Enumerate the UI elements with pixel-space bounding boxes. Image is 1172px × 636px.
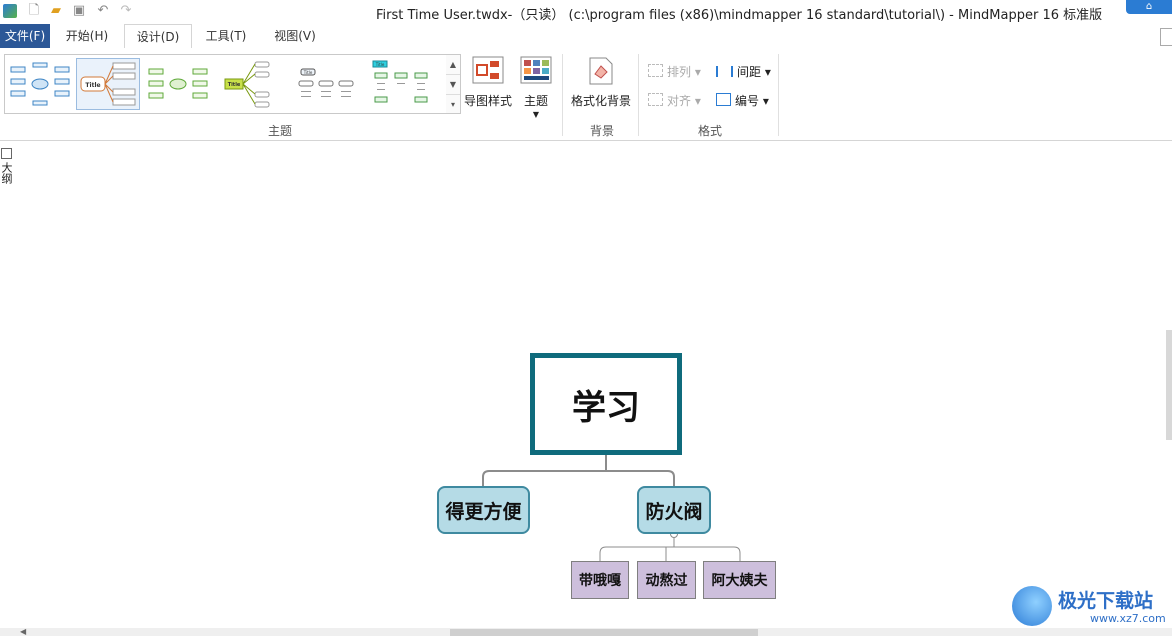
arrange-label: 排列 bbox=[667, 65, 692, 79]
tab-design[interactable]: 设计(D) bbox=[124, 24, 192, 49]
map-style-button[interactable]: 导图样式 bbox=[461, 92, 515, 109]
watermark-logo bbox=[1012, 586, 1052, 626]
ribbon: Title Title Title Title ▲ ▼ ▾ 导图样式 主题 ▼ … bbox=[0, 48, 1172, 141]
theme-thumbnail[interactable] bbox=[147, 59, 209, 109]
tab-tools[interactable]: 工具(T) bbox=[196, 24, 256, 48]
window-title: First Time User.twdx-（只读） (c:\program fi… bbox=[376, 8, 1103, 23]
theme-gallery: Title Title Title Title bbox=[4, 54, 448, 114]
align-icon bbox=[648, 93, 663, 106]
spacing-label: 间距 bbox=[737, 65, 762, 79]
gallery-more-icon[interactable]: ▾ bbox=[446, 95, 460, 114]
arrange-icon bbox=[648, 64, 663, 77]
numbering-icon bbox=[716, 93, 731, 106]
theme-thumbnail-selected[interactable]: Title bbox=[76, 58, 140, 110]
theme-preview-title: Title bbox=[228, 82, 241, 88]
numbering-label: 编号 bbox=[735, 94, 760, 108]
app-icon bbox=[3, 4, 17, 18]
outline-icon bbox=[1, 148, 12, 159]
tab-view[interactable]: 视图(V) bbox=[264, 24, 326, 48]
watermark-text: 极光下载站 bbox=[1058, 590, 1154, 612]
gallery-up-icon[interactable]: ▲ bbox=[446, 55, 460, 75]
open-folder-icon[interactable]: ▰ bbox=[48, 3, 64, 19]
main-topic[interactable]: 防火阀 bbox=[637, 486, 711, 534]
help-button[interactable]: ⌂ bbox=[1126, 0, 1172, 14]
format-background-icon-graphic bbox=[589, 57, 613, 85]
theme-preview-6: Title bbox=[372, 60, 428, 103]
menu-bar: 文件(F) 开始(H) 设计(D) 工具(T) 视图(V) bbox=[0, 24, 1172, 49]
theme-thumbnail[interactable]: Title bbox=[369, 59, 431, 109]
map-style-icon[interactable] bbox=[472, 56, 504, 84]
redo-icon[interactable]: ↷ bbox=[118, 3, 134, 19]
vertical-scrollbar[interactable] bbox=[1166, 330, 1172, 440]
undo-icon[interactable]: ↶ bbox=[95, 3, 111, 19]
theme-preview-5: Title bbox=[298, 68, 354, 97]
spacing-icon bbox=[716, 66, 733, 77]
theme-dropdown-icon[interactable]: ▼ bbox=[530, 110, 542, 119]
ribbon-separator bbox=[562, 54, 563, 136]
theme-preview-1 bbox=[10, 62, 70, 106]
central-topic[interactable]: 学习 bbox=[530, 353, 682, 455]
outline-side-tab[interactable]: 大纲 bbox=[0, 148, 13, 194]
ribbon-collapse-button[interactable] bbox=[1160, 28, 1172, 46]
home-icon: ⌂ bbox=[1145, 1, 1153, 12]
map-canvas[interactable]: 学习 得更方便 防火阀 带哦嘎 动熬过 阿大姨夫 bbox=[0, 141, 1172, 629]
format-background-button[interactable]: 格式化背景 bbox=[568, 92, 634, 109]
format-background-icon[interactable] bbox=[586, 56, 616, 86]
theme-preview-title: Title bbox=[303, 70, 313, 75]
format-group-label: 格式 bbox=[697, 124, 722, 138]
horizontal-scrollbar[interactable]: ◀ bbox=[0, 627, 1172, 636]
gallery-scroll[interactable]: ▲ ▼ ▾ bbox=[446, 54, 461, 114]
align-label: 对齐 bbox=[667, 94, 692, 108]
new-file-icon[interactable]: 🗋 bbox=[26, 3, 42, 19]
theme-group-label: 主题 bbox=[267, 124, 292, 138]
ribbon-separator bbox=[778, 54, 779, 136]
scroll-left-icon[interactable]: ◀ bbox=[20, 627, 26, 636]
theme-preview-3 bbox=[148, 68, 208, 99]
save-icon[interactable]: ▣ bbox=[71, 3, 87, 19]
background-group-label: 背景 bbox=[589, 124, 614, 138]
theme-thumbnail[interactable] bbox=[9, 59, 71, 109]
subtopic[interactable]: 带哦嘎 bbox=[571, 561, 629, 599]
map-style-icon-graphic bbox=[472, 56, 504, 84]
outline-tab-label: 大纲 bbox=[0, 162, 13, 184]
theme-thumbnail[interactable]: Title bbox=[219, 59, 281, 109]
numbering-button[interactable]: 编号 ▾ bbox=[716, 92, 769, 109]
spacing-button[interactable]: 间距 ▾ bbox=[716, 63, 771, 80]
main-topic[interactable]: 得更方便 bbox=[437, 486, 530, 534]
theme-thumbnail[interactable]: Title bbox=[295, 59, 357, 109]
watermark-url: www.xz7.com bbox=[1090, 612, 1166, 625]
tab-file[interactable]: 文件(F) bbox=[0, 24, 50, 48]
tab-home[interactable]: 开始(H) bbox=[56, 24, 118, 48]
subtopic[interactable]: 阿大姨夫 bbox=[703, 561, 776, 599]
subtopic[interactable]: 动熬过 bbox=[637, 561, 696, 599]
title-bar: 🗋 ▰ ▣ ↶ ↷ First Time User.twdx-（只读） (c:\… bbox=[0, 0, 1172, 24]
theme-button[interactable]: 主题 bbox=[518, 92, 554, 109]
theme-icon[interactable] bbox=[520, 56, 552, 84]
theme-preview-title: Title bbox=[375, 62, 385, 67]
theme-preview-2: Title bbox=[80, 62, 136, 106]
watermark: 极光下载站 www.xz7.com bbox=[1012, 584, 1172, 636]
arrange-button: 排列 ▾ bbox=[648, 63, 701, 80]
theme-preview-title: Title bbox=[85, 82, 100, 89]
ribbon-separator bbox=[638, 54, 639, 136]
theme-preview-4: Title bbox=[224, 61, 270, 108]
scrollbar-thumb[interactable] bbox=[450, 629, 758, 636]
theme-icon-graphic bbox=[520, 56, 552, 84]
align-button: 对齐 ▾ bbox=[648, 92, 701, 109]
gallery-down-icon[interactable]: ▼ bbox=[446, 75, 460, 95]
